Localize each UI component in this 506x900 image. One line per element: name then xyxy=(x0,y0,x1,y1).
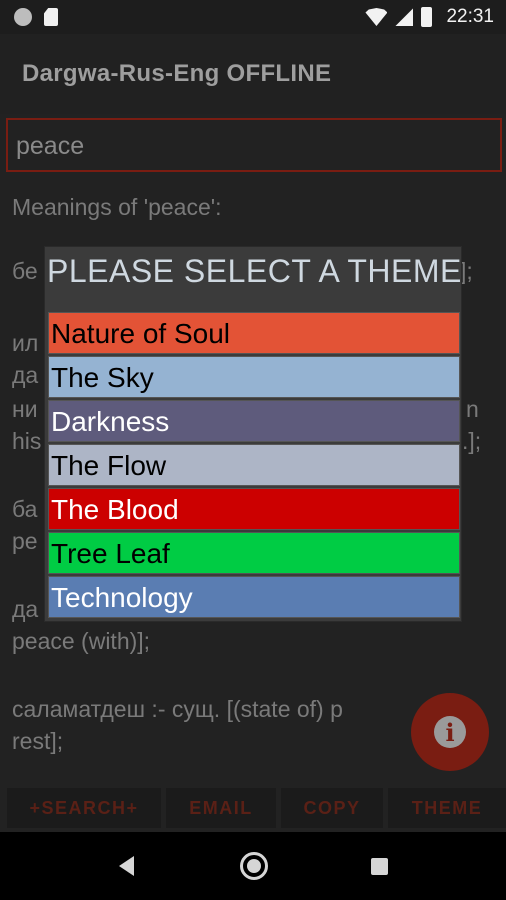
wifi-icon xyxy=(365,8,388,26)
theme-option[interactable]: The Flow xyxy=(48,444,460,486)
theme-option-label: Tree Leaf xyxy=(51,538,170,569)
theme-option[interactable]: The Blood xyxy=(48,488,460,530)
search-button[interactable]: +SEARCH+ xyxy=(7,788,161,828)
theme-option[interactable]: The Sky xyxy=(48,356,460,398)
result-line: бе xyxy=(12,258,38,284)
dialog-title: PLEASE SELECT A THEME xyxy=(47,253,462,289)
result-line: ни xyxy=(12,396,38,422)
theme-option-label: The Blood xyxy=(51,494,179,525)
result-line: .]; xyxy=(462,428,482,454)
navigation-bar xyxy=(0,832,506,900)
result-line: ил xyxy=(12,330,39,356)
bottom-button-bar: +SEARCH+ EMAIL COPY THEME xyxy=(0,788,506,830)
battery-icon xyxy=(421,7,433,27)
theme-option-label: Technology xyxy=(51,582,193,613)
result-line: pe xyxy=(12,528,38,554)
app-screen: 22:31 Dargwa-Rus-Eng OFFLINE peace Meani… xyxy=(0,0,506,900)
theme-dialog: PLEASE SELECT A THEME Nature of Soul The… xyxy=(44,246,462,622)
result-line: n xyxy=(466,396,479,422)
theme-option-label: Darkness xyxy=(51,406,170,437)
theme-option-label: The Sky xyxy=(51,362,154,393)
theme-option-label: Nature of Soul xyxy=(51,318,230,349)
search-input[interactable]: peace xyxy=(6,118,502,172)
theme-option[interactable]: Darkness xyxy=(48,400,460,442)
theme-option[interactable]: Nature of Soul xyxy=(48,312,460,354)
result-line: саламатдеш :- сущ. [(state of) p xyxy=(12,696,343,722)
result-line: peace (with)]; xyxy=(12,628,151,654)
cell-signal-icon xyxy=(395,8,414,26)
sd-card-icon xyxy=(44,8,58,26)
status-bar: 22:31 xyxy=(0,0,506,34)
result-line: his xyxy=(12,428,42,454)
theme-option-label: The Flow xyxy=(51,450,167,481)
info-button[interactable]: i xyxy=(411,693,489,771)
record-icon xyxy=(14,8,32,26)
search-input-value: peace xyxy=(16,132,85,160)
theme-option[interactable]: Technology xyxy=(48,576,460,618)
result-line: да xyxy=(12,362,39,388)
recents-icon[interactable] xyxy=(371,858,388,875)
app-bar: Dargwa-Rus-Eng OFFLINE xyxy=(0,34,506,114)
results-heading: Meanings of 'peace': xyxy=(12,194,222,220)
copy-button[interactable]: COPY xyxy=(281,788,383,828)
back-icon[interactable] xyxy=(119,856,134,876)
theme-option[interactable]: Tree Leaf xyxy=(48,532,460,574)
info-icon: i xyxy=(434,716,466,748)
theme-button[interactable]: THEME xyxy=(388,788,506,828)
result-line: ба xyxy=(12,496,38,522)
clock: 22:31 xyxy=(446,6,494,27)
result-line: rest]; xyxy=(12,728,64,754)
app-title: Dargwa-Rus-Eng OFFLINE xyxy=(22,60,332,87)
result-line: да xyxy=(12,596,39,622)
email-button[interactable]: EMAIL xyxy=(166,788,276,828)
home-icon[interactable] xyxy=(240,852,268,880)
